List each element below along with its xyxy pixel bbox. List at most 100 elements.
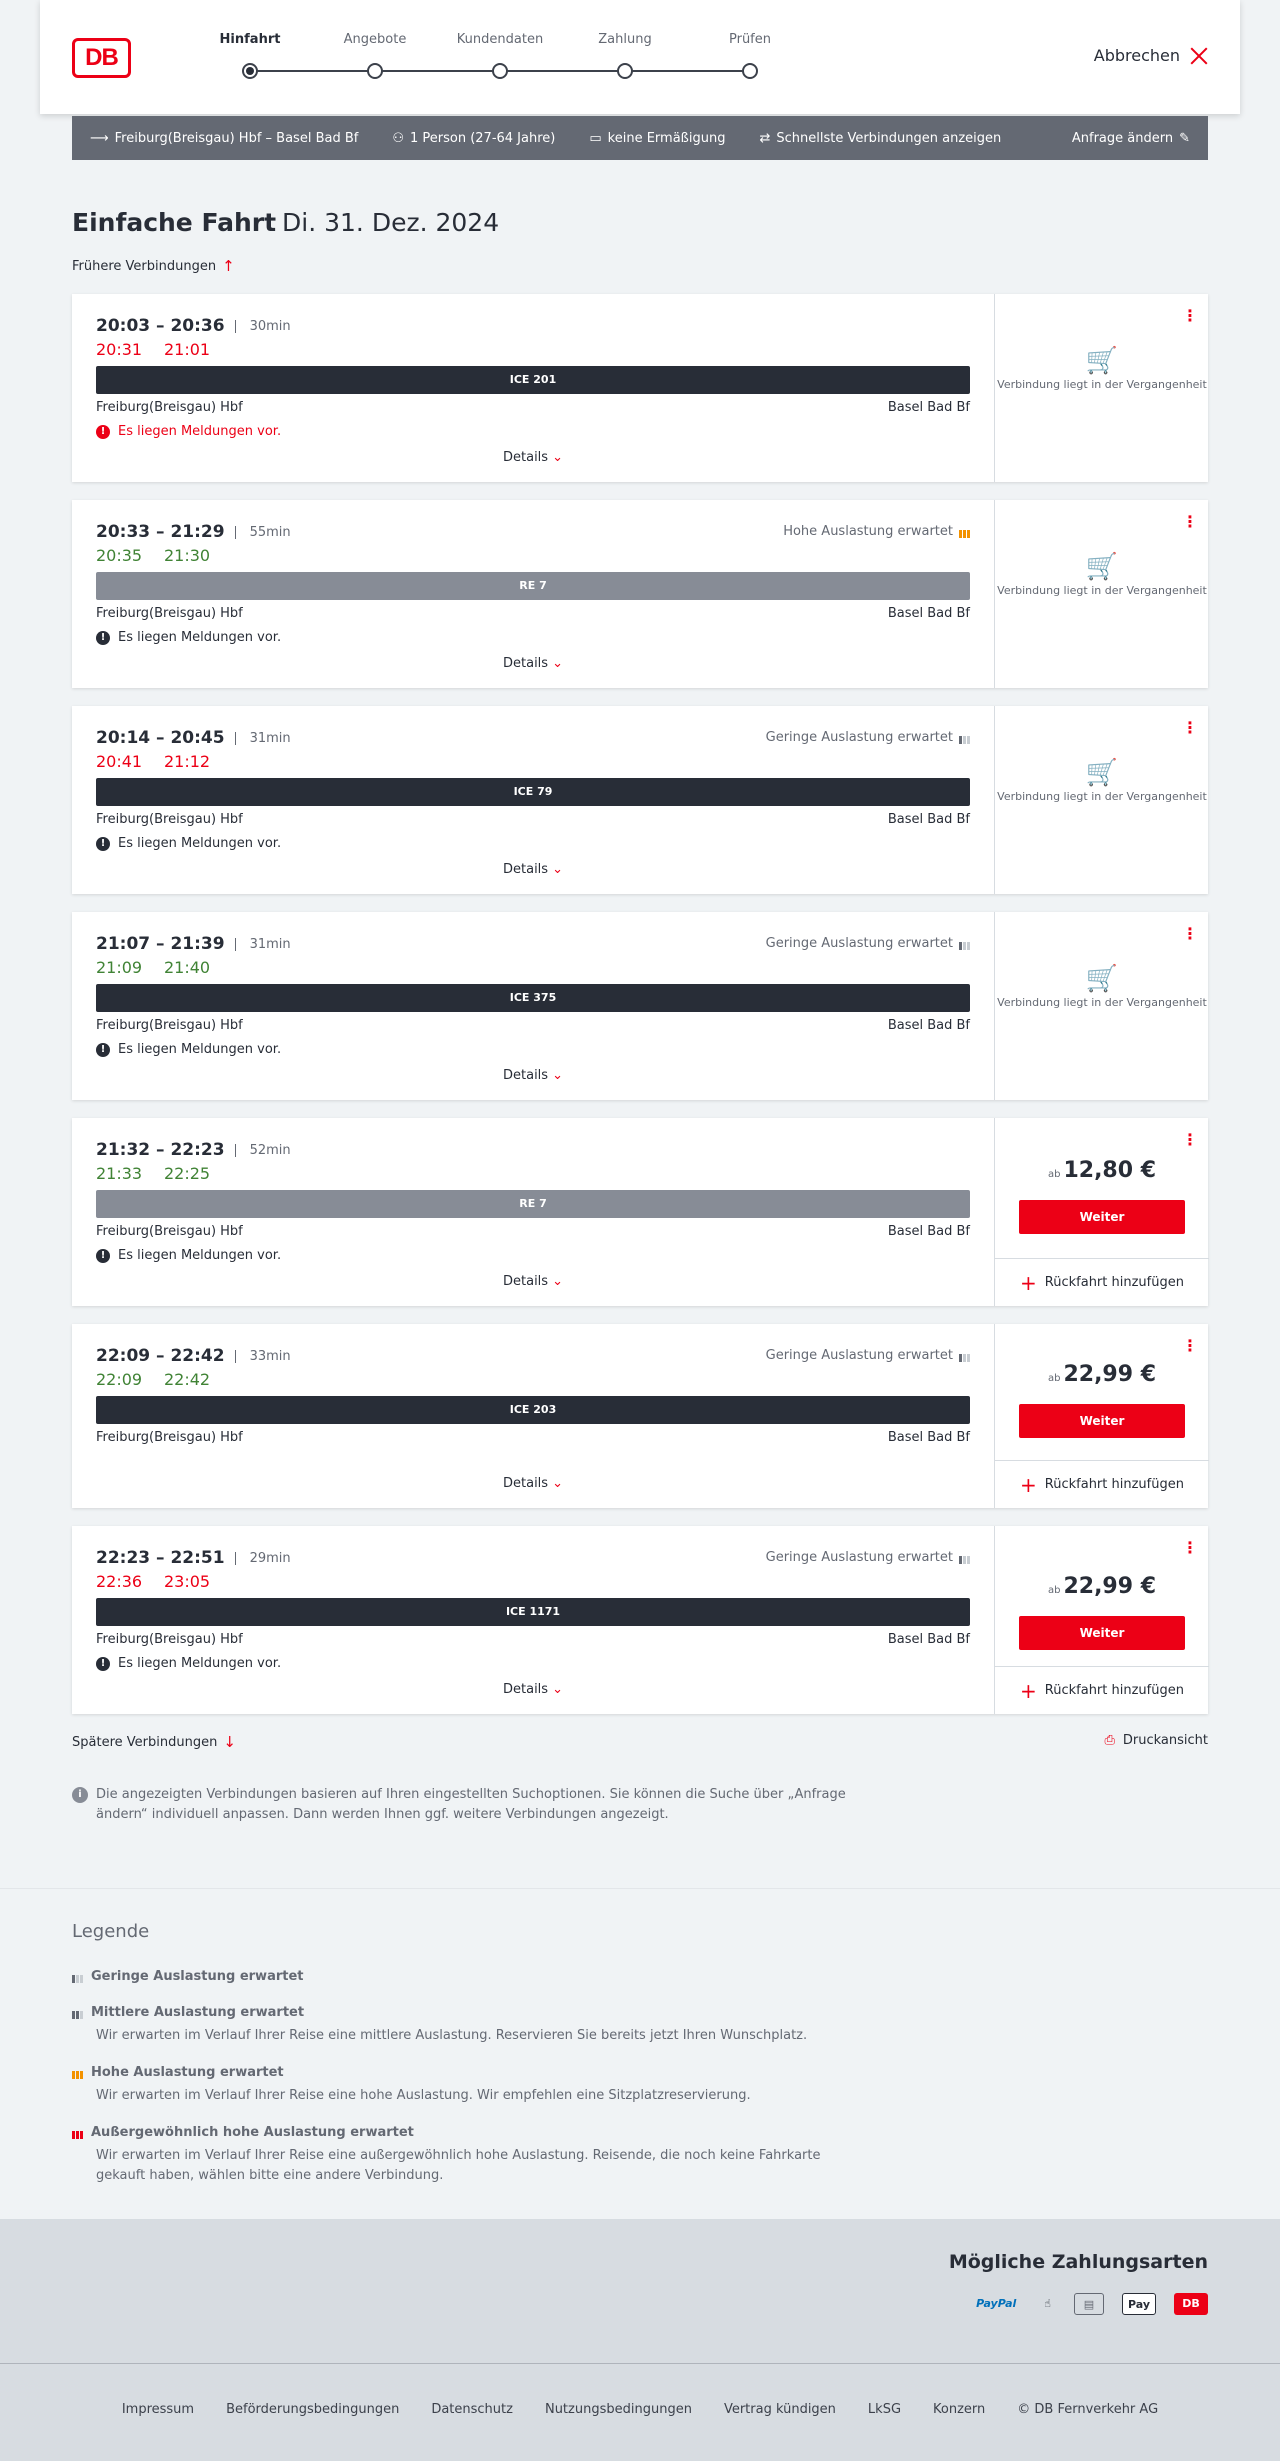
destination-station: Basel Bad Bf — [887, 812, 970, 827]
duration: 52min — [234, 1143, 291, 1157]
return-label: Rückfahrt hinzufügen — [1044, 1683, 1184, 1698]
info-note: i Die angezeigten Verbindungen basieren a… — [72, 1785, 852, 1825]
step-dot — [742, 63, 758, 79]
past-text: Verbindung liegt in der Vergangenheit — [997, 584, 1207, 597]
planned-times: 21:32 – 22:23 52min — [96, 1140, 291, 1160]
realtime-times: 20:31 21:01 — [96, 340, 232, 359]
realtime-times: 21:09 21:40 — [96, 958, 232, 977]
close-icon — [1190, 47, 1208, 65]
footer-link-konzern[interactable]: Konzern — [933, 2402, 985, 2417]
legend-item-medium: Mittlere Auslastung erwartet Wir erwarte… — [72, 2005, 872, 2046]
more-options-icon[interactable]: ⋮ — [1182, 926, 1198, 942]
low-occupancy-icon — [959, 1350, 970, 1362]
footer-links: Impressum Beförderungsbedingungen Datens… — [0, 2402, 1280, 2417]
route-text: Freiburg(Breisgau) Hbf – Basel Bad Bf — [114, 130, 359, 146]
origin-station: Freiburg(Breisgau) Hbf — [96, 812, 243, 827]
footer-link-nutzungsbedingungen[interactable]: Nutzungsbedingungen — [545, 2402, 692, 2417]
notice-text: Es liegen Meldungen vor. — [118, 1042, 282, 1057]
summary-travelers: ⚇ 1 Person (27-64 Jahre) — [392, 131, 555, 146]
time-range: 20:03 – 20:36 — [96, 316, 225, 336]
more-options-icon[interactable]: ⋮ — [1182, 1338, 1198, 1354]
footer-link-impressum[interactable]: Impressum — [122, 2402, 194, 2417]
connection-info[interactable]: 21:07 – 21:39 31min Geringe Auslastung er… — [72, 912, 994, 1100]
add-return-button[interactable]: + Rückfahrt hinzufügen — [995, 1666, 1209, 1714]
connection-card: 21:32 – 22:23 52min 21:33 22:25 RE 7 Freib… — [72, 1118, 1209, 1306]
legend: Legende Geringe Auslastung erwartet Mitt… — [0, 1888, 1280, 2219]
change-request-button[interactable]: Anfrage ändern ✎ — [1072, 131, 1190, 146]
legend-item-low: Geringe Auslastung erwartet — [72, 1969, 872, 1984]
details-toggle[interactable]: Details ⌄ — [72, 862, 994, 877]
search-summary-bar: ⟶ Freiburg(Breisgau) Hbf – Basel Bad Bf ⚇… — [72, 116, 1208, 160]
offer-panel: ⋮ ab 22,99 € Weiter + Rückfahrt hinzufügen — [994, 1526, 1209, 1714]
details-toggle[interactable]: Details ⌄ — [72, 1682, 994, 1697]
destination-station: Basel Bad Bf — [887, 400, 970, 415]
realtime-times: 20:35 21:30 — [96, 546, 232, 565]
print-view-link[interactable]: ⎙ Druckansicht — [1104, 1733, 1208, 1748]
past-text: Verbindung liegt in der Vergangenheit — [997, 790, 1207, 803]
details-toggle[interactable]: Details ⌄ — [72, 656, 994, 671]
chevron-down-icon: ⌄ — [552, 1682, 563, 1697]
connection-info[interactable]: 22:09 – 22:42 33min Geringe Auslastung er… — [72, 1324, 994, 1508]
connection-card: 22:09 – 22:42 33min Geringe Auslastung er… — [72, 1324, 1209, 1508]
connection-info[interactable]: 21:32 – 22:23 52min 21:33 22:25 RE 7 Freib… — [72, 1118, 994, 1306]
cart-disabled-icon: 🛒 — [1085, 758, 1119, 788]
cancel-button[interactable]: Abbrechen — [1094, 46, 1208, 65]
chevron-down-icon: ⌄ — [552, 1068, 563, 1083]
price-prefix: ab — [1047, 1373, 1061, 1384]
realtime-departure: 22:36 — [96, 1572, 143, 1591]
connection-info[interactable]: 20:33 – 21:29 55min Hohe Auslastung erwar… — [72, 500, 994, 688]
offer-panel: ⋮ 🛒 Verbindung liegt in der Vergangenheit — [994, 500, 1208, 688]
earlier-connections-link[interactable]: Frühere Verbindungen ↑ — [72, 257, 235, 275]
continue-button[interactable]: Weiter — [1019, 1404, 1185, 1438]
footer-link-lksg[interactable]: LkSG — [868, 2402, 901, 2417]
details-toggle[interactable]: Details ⌄ — [72, 1068, 994, 1083]
payment-logos: PayPal ☝ ▤ Pay DB — [971, 2293, 1208, 2315]
train-bar: ICE 79 — [96, 778, 970, 806]
occupancy-text: Geringe Auslastung erwartet — [765, 936, 953, 951]
printer-icon: ⎙ — [1104, 1733, 1115, 1748]
add-return-button[interactable]: + Rückfahrt hinzufügen — [995, 1258, 1209, 1306]
details-label: Details — [503, 450, 549, 465]
more-options-icon[interactable]: ⋮ — [1182, 1540, 1198, 1556]
arrow-down-icon: ↓ — [223, 1733, 236, 1751]
realtime-times: 21:33 22:25 — [96, 1164, 232, 1183]
train-bar: RE 7 — [96, 1190, 970, 1218]
connection-info[interactable]: 20:03 – 20:36 30min 20:31 21:01 ICE 201 Fr… — [72, 294, 994, 482]
more-options-icon[interactable]: ⋮ — [1182, 308, 1198, 324]
occupancy-text: Hohe Auslastung erwartet — [783, 524, 953, 539]
discount-text: keine Ermäßigung — [607, 130, 726, 146]
low-occupancy-icon — [72, 1971, 83, 1983]
notice-text: Es liegen Meldungen vor. — [118, 1656, 282, 1671]
extreme-occupancy-icon — [72, 2127, 83, 2139]
price-value: 22,99 € — [1063, 1574, 1157, 1599]
notice: ! Es liegen Meldungen vor. — [96, 1248, 281, 1263]
connection-info[interactable]: 22:23 – 22:51 29min Geringe Auslastung er… — [72, 1526, 994, 1714]
summary-option: ⇄ Schnellste Verbindungen anzeigen — [759, 131, 1001, 146]
more-options-icon[interactable]: ⋮ — [1182, 1132, 1198, 1148]
footer-link-datenschutz[interactable]: Datenschutz — [431, 2402, 513, 2417]
time-range: 22:09 – 22:42 — [96, 1346, 225, 1366]
cart-disabled-icon: 🛒 — [1085, 346, 1119, 376]
connection-info[interactable]: 20:14 – 20:45 31min Geringe Auslastung er… — [72, 706, 994, 894]
more-options-icon[interactable]: ⋮ — [1182, 514, 1198, 530]
occupancy-indicator: Geringe Auslastung erwartet — [766, 936, 970, 951]
add-return-button[interactable]: + Rückfahrt hinzufügen — [995, 1460, 1209, 1508]
continue-button[interactable]: Weiter — [1019, 1200, 1185, 1234]
more-options-icon[interactable]: ⋮ — [1182, 720, 1198, 736]
footer-link-befoerderungsbedingungen[interactable]: Beförderungsbedingungen — [226, 2402, 399, 2417]
alert-icon: ! — [96, 1042, 110, 1057]
header: DB Hinfahrt Angebote Kundendaten Zahlung… — [40, 0, 1240, 114]
connection-card: 20:14 – 20:45 31min Geringe Auslastung er… — [72, 706, 1208, 894]
details-toggle[interactable]: Details ⌄ — [72, 1476, 994, 1491]
step-pruefen: Prüfen — [690, 32, 810, 79]
alert-icon: ! — [96, 836, 110, 851]
footer-link-vertrag-kuendigen[interactable]: Vertrag kündigen — [724, 2402, 836, 2417]
notice: ! Es liegen Meldungen vor. — [96, 1042, 281, 1057]
offer-panel: ⋮ 🛒 Verbindung liegt in der Vergangenheit — [994, 294, 1208, 482]
details-toggle[interactable]: Details ⌄ — [72, 450, 994, 465]
later-connections-link[interactable]: Spätere Verbindungen ↓ — [72, 1733, 236, 1751]
details-toggle[interactable]: Details ⌄ — [72, 1274, 994, 1289]
return-label: Rückfahrt hinzufügen — [1044, 1275, 1184, 1290]
continue-button[interactable]: Weiter — [1019, 1616, 1185, 1650]
legend-description: Wir erwarten im Verlauf Ihrer Reise eine… — [96, 2028, 808, 2043]
